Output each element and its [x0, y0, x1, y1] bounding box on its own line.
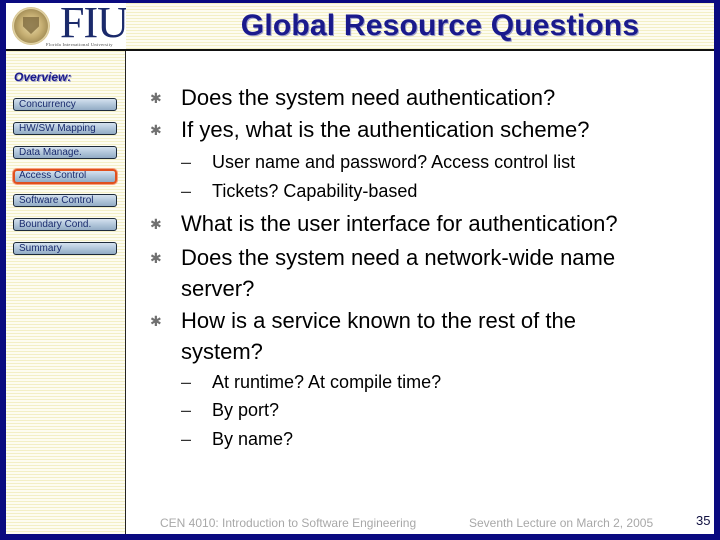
university-seal-icon	[12, 7, 50, 45]
sidebar-heading: Overview:	[14, 70, 72, 84]
page-number: 35	[696, 513, 711, 528]
dash-bullet-icon: –	[181, 181, 192, 201]
slide-title: Global Resource Questions	[240, 9, 640, 42]
asterisk-bullet-icon: ✱	[150, 313, 162, 329]
sidebar-item-access-control[interactable]: Access Control	[13, 169, 117, 184]
asterisk-bullet-icon: ✱	[150, 122, 162, 138]
dash-bullet-icon: –	[181, 152, 192, 172]
sidebar-item-concurrency[interactable]: Concurrency	[13, 98, 117, 111]
asterisk-bullet-icon: ✱	[150, 90, 162, 106]
fiu-logo: FIU Florida International University	[6, 0, 129, 49]
sidebar-item-boundary-cond[interactable]: Boundary Cond.	[13, 218, 117, 231]
sidebar-item-hw-sw-mapping[interactable]: HW/SW Mapping	[13, 122, 117, 135]
sidebar-item-data-manage[interactable]: Data Manage.	[13, 146, 117, 159]
sidebar-item-software-control[interactable]: Software Control	[13, 194, 117, 207]
dash-bullet-icon: –	[181, 372, 192, 392]
title-band: Global Resource Questions	[126, 3, 714, 49]
asterisk-bullet-icon: ✱	[150, 250, 162, 266]
footer-course: CEN 4010: Introduction to Software Engin…	[160, 516, 417, 530]
logo-subtitle: Florida International University	[46, 42, 113, 47]
dash-bullet-icon: –	[181, 400, 192, 420]
sidebar-item-summary[interactable]: Summary	[13, 242, 117, 255]
asterisk-bullet-icon: ✱	[150, 216, 162, 232]
sidebar: Overview: Concurrency HW/SW Mapping Data…	[6, 51, 126, 534]
logo-text: FIU	[60, 0, 129, 47]
dash-bullet-icon: –	[181, 429, 192, 449]
footer-lecture: Seventh Lecture on March 2, 2005	[469, 516, 654, 530]
